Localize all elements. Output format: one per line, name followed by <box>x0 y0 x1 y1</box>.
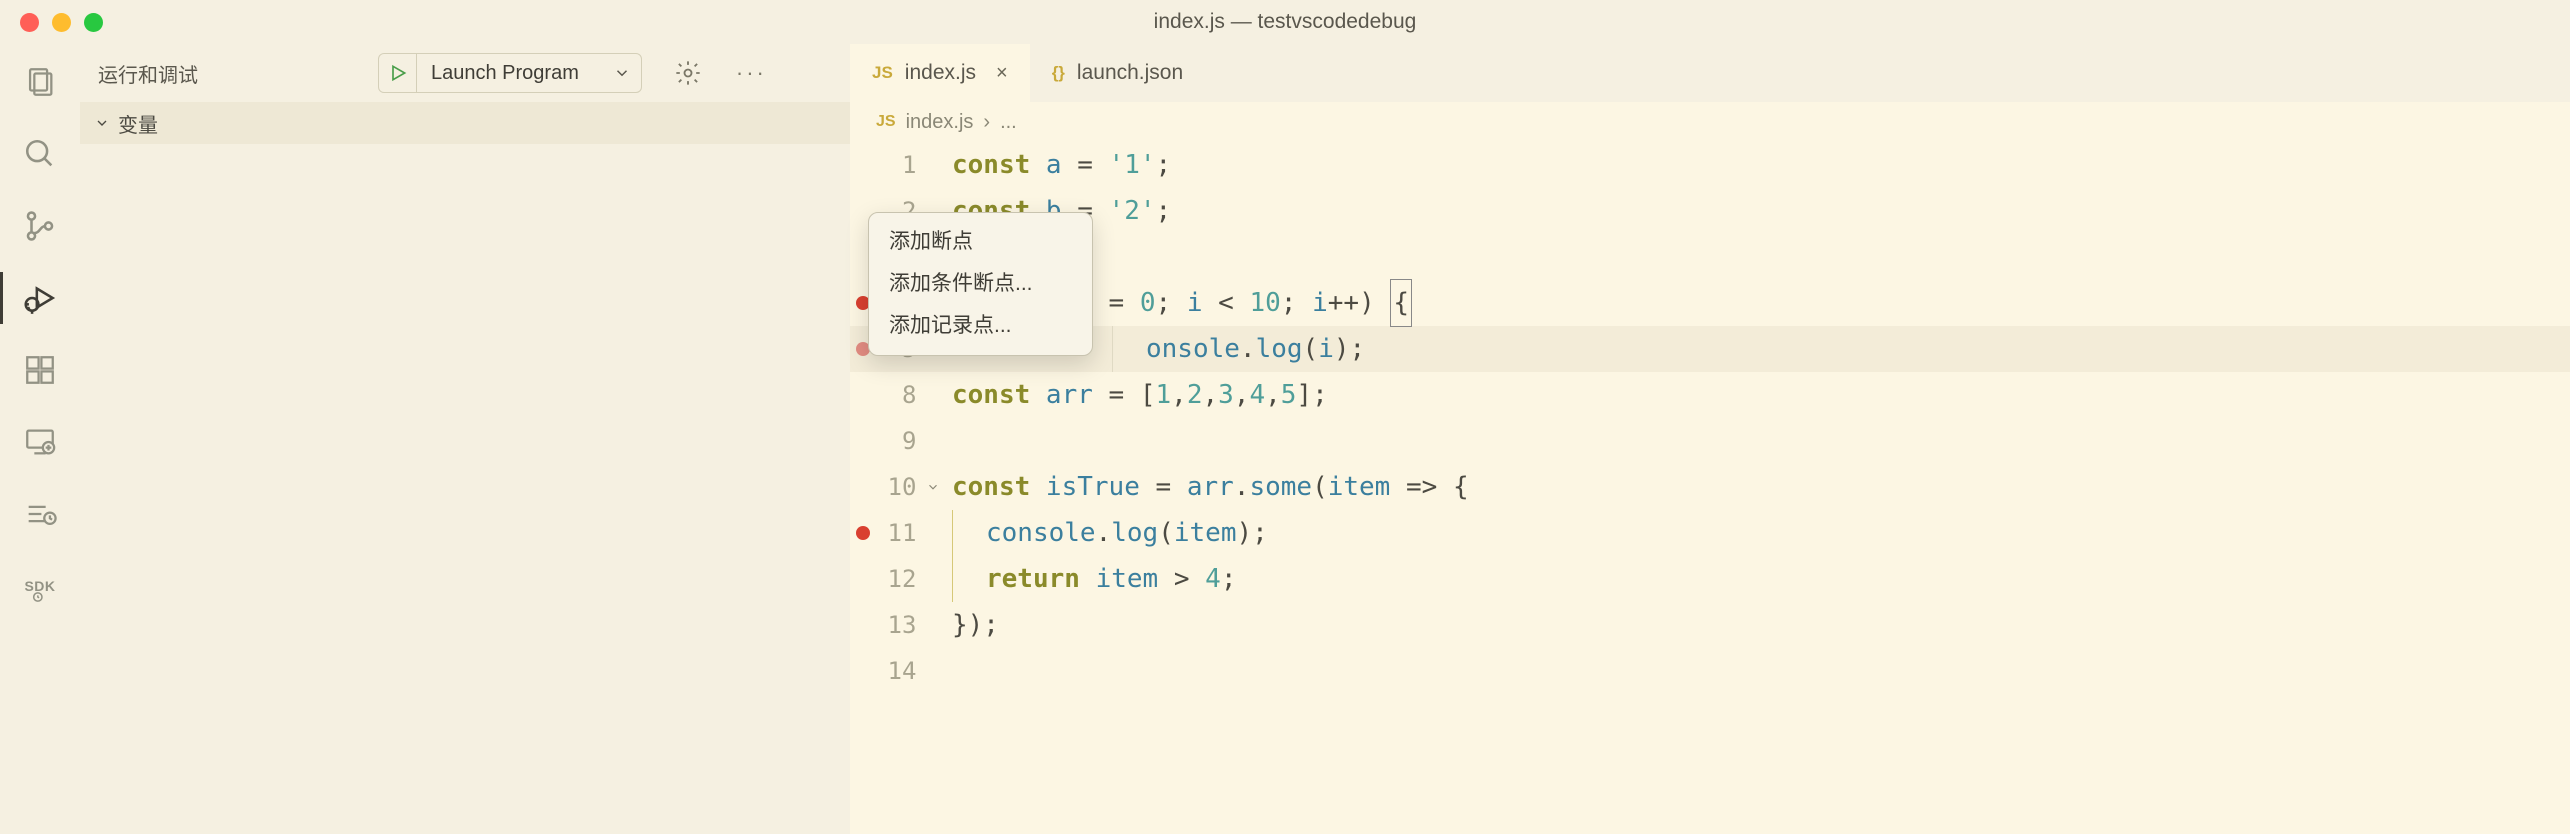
code-line[interactable]: 11 console.log(item); <box>850 510 2570 556</box>
debug-sidebar: 运行和调试 Launch Program ··· 变量 <box>80 44 850 834</box>
window-controls <box>0 13 103 32</box>
gutter-context-menu: 添加断点添加条件断点...添加记录点... <box>868 212 1093 356</box>
code-line[interactable]: 1 const a = '1'; <box>850 142 2570 188</box>
tab-index-js[interactable]: JS index.js × <box>850 44 1030 102</box>
line-number: 13 <box>875 602 922 648</box>
variables-label: 变量 <box>118 109 158 138</box>
breakpoint-gutter[interactable] <box>850 556 875 602</box>
context-menu-item[interactable]: 添加断点 <box>869 221 1092 263</box>
breakpoint-gutter[interactable] <box>850 602 875 648</box>
file-icon-js: JS <box>872 63 893 83</box>
explorer-icon[interactable] <box>20 62 60 102</box>
editor-area: JS index.js × {} launch.json JS index.js › .… <box>850 44 2570 834</box>
code-content[interactable]: const a = '1'; <box>944 142 1171 188</box>
code-content[interactable]: }); <box>944 602 999 648</box>
code-editor[interactable]: 添加断点添加条件断点...添加记录点... 1 const a = '1';2co… <box>850 142 2570 694</box>
code-line[interactable]: 5onsole.log(i); <box>850 326 2570 372</box>
line-number: 12 <box>875 556 922 602</box>
run-debug-icon[interactable] <box>20 278 60 318</box>
debug-title: 运行和调试 <box>98 59 358 88</box>
line-number: 10 <box>875 464 922 510</box>
activity-bar: SDK <box>0 44 80 834</box>
maximize-window-button[interactable] <box>84 13 103 32</box>
sdk-icon[interactable]: SDK <box>20 566 60 606</box>
breakpoint-gutter[interactable] <box>850 648 875 694</box>
breakpoint-gutter[interactable] <box>850 372 875 418</box>
chevron-down-icon <box>94 115 110 131</box>
code-line[interactable]: 13}); <box>850 602 2570 648</box>
window-title: index.js — testvscodedebug <box>1154 10 1417 34</box>
config-name: Launch Program <box>417 62 593 85</box>
breadcrumb-sep: › <box>983 111 990 134</box>
code-line[interactable]: 10 const isTrue = arr.some(item => { <box>850 464 2570 510</box>
file-icon-js: JS <box>876 113 896 131</box>
breakpoint-gutter[interactable] <box>850 510 875 556</box>
code-content[interactable]: const arr = [1,2,3,4,5]; <box>944 372 1328 418</box>
minimize-window-button[interactable] <box>52 13 71 32</box>
context-menu-item[interactable]: 添加条件断点... <box>869 263 1092 305</box>
tab-label: launch.json <box>1077 61 1183 85</box>
line-number: 8 <box>875 372 922 418</box>
tab-label: index.js <box>905 61 976 85</box>
code-content[interactable]: return item > 4; <box>944 556 1236 602</box>
launch-config-select[interactable]: Launch Program <box>378 53 642 93</box>
more-icon[interactable]: ··· <box>736 60 767 86</box>
breakpoint-gutter[interactable] <box>850 464 875 510</box>
close-icon[interactable]: × <box>988 62 1008 85</box>
code-line[interactable]: 12 return item > 4; <box>850 556 2570 602</box>
context-menu-item[interactable]: 添加记录点... <box>869 305 1092 347</box>
debug-header: 运行和调试 Launch Program ··· <box>80 44 850 102</box>
breakpoint-icon[interactable] <box>856 526 870 540</box>
breakpoint-gutter[interactable] <box>850 142 875 188</box>
breadcrumb-file: index.js <box>906 111 974 134</box>
line-number: 14 <box>875 648 922 694</box>
timeline-icon[interactable] <box>20 494 60 534</box>
code-content[interactable]: console.log(item); <box>944 510 1268 556</box>
tab-launch-json[interactable]: {} launch.json <box>1030 44 1205 102</box>
breadcrumb-rest: ... <box>1000 111 1017 134</box>
breakpoint-gutter[interactable] <box>850 418 875 464</box>
source-control-icon[interactable] <box>20 206 60 246</box>
start-debug-button[interactable] <box>379 54 417 92</box>
line-number: 1 <box>875 142 922 188</box>
titlebar: index.js — testvscodedebug <box>0 0 2570 44</box>
gear-icon[interactable] <box>674 59 702 87</box>
remote-icon[interactable] <box>20 422 60 462</box>
fold-icon[interactable] <box>922 464 944 510</box>
search-icon[interactable] <box>20 134 60 174</box>
code-line[interactable]: 9 <box>850 418 2570 464</box>
chevron-down-icon[interactable] <box>593 64 641 82</box>
extensions-icon[interactable] <box>20 350 60 390</box>
close-window-button[interactable] <box>20 13 39 32</box>
code-line[interactable]: 14 <box>850 648 2570 694</box>
variables-section[interactable]: 变量 <box>80 102 850 144</box>
code-line[interactable]: 4for(let i = 0; i < 10; i++) { <box>850 280 2570 326</box>
code-line[interactable]: 2const b = '2'; <box>850 188 2570 234</box>
code-line[interactable]: 8 const arr = [1,2,3,4,5]; <box>850 372 2570 418</box>
line-number: 11 <box>875 510 922 556</box>
breadcrumb[interactable]: JS index.js › ... <box>850 102 2570 142</box>
editor-tabs: JS index.js × {} launch.json <box>850 44 2570 102</box>
code-content[interactable]: const isTrue = arr.some(item => { <box>944 464 1469 510</box>
code-line[interactable]: 3 <box>850 234 2570 280</box>
file-icon-json: {} <box>1052 63 1065 83</box>
line-number: 9 <box>875 418 922 464</box>
